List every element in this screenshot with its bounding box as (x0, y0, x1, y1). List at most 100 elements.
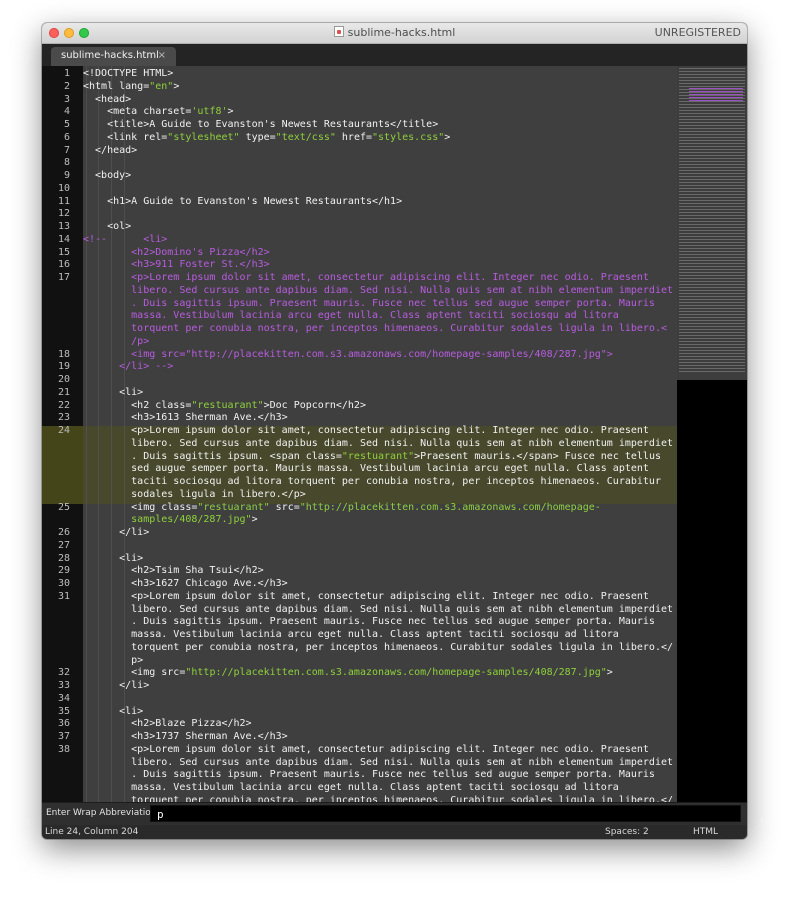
code-line[interactable]: 11 <h1>A Guide to Evanston's Newest Rest… (42, 196, 677, 209)
code-line[interactable]: 7 </head> (42, 145, 677, 158)
comment-token: /p> (83, 335, 150, 347)
code-line[interactable]: 31 <p>Lorem ipsum dolor sit amet, consec… (42, 591, 677, 604)
code-line[interactable]: libero. Sed cursus ante dapibus diam. Se… (42, 604, 677, 617)
code-token: </li> (83, 680, 150, 691)
line-number: 9 (63, 170, 70, 181)
code-line[interactable]: 37 <h3>1737 Sherman Ave.</h3> (42, 731, 677, 744)
code-line[interactable]: 32 <img src="http://placekitten.com.s3.a… (42, 667, 677, 680)
line-text: massa. Vestibulum lacinia arcu eget null… (83, 782, 677, 795)
line-text: libero. Sed cursus ante dapibus diam. Se… (83, 438, 677, 451)
code-token: <head> (83, 93, 132, 105)
code-line[interactable]: 38 <p>Lorem ipsum dolor sit amet, consec… (42, 744, 677, 757)
line-text: </li> (83, 680, 677, 693)
code-line[interactable]: 14 <!-- <li> (42, 234, 677, 247)
code-line[interactable]: 28 <li> (42, 553, 677, 566)
line-number: 16 (57, 259, 70, 271)
code-token: </head> (83, 144, 138, 156)
code-line[interactable]: 30 <h3>1627 Chicago Ave.</h3> (42, 578, 677, 591)
code-line[interactable]: torquent per conubia nostra, per incepto… (42, 795, 677, 802)
editor-window: sublime-hacks.html UNREGISTERED sublime-… (42, 23, 747, 839)
code-line[interactable]: libero. Sed cursus ante dapibus diam. Se… (42, 438, 677, 451)
code-token: <body> (83, 170, 132, 181)
indentation-setting[interactable]: Spaces: 2 (605, 827, 649, 837)
code-line[interactable]: 24 <p>Lorem ipsum dolor sit amet, consec… (42, 425, 677, 438)
line-text: libero. Sed cursus ante dapibus diam. Se… (83, 604, 677, 617)
code-line[interactable]: 1 <!DOCTYPE HTML> (42, 68, 677, 81)
line-text (83, 540, 677, 553)
code-line[interactable]: 25 <img class="restuarant" src="http://p… (42, 502, 677, 515)
line-text: <h1>A Guide to Evanston's Newest Restaur… (83, 196, 677, 209)
comment-token: <img src="http://placekitten.com.s3.amaz… (83, 348, 613, 360)
code-line[interactable]: sed augue semper porta. Mauris massa. Ve… (42, 463, 677, 476)
syntax-mode[interactable]: HTML (693, 827, 718, 837)
code-line[interactable]: 4 <meta charset='utf8'> (42, 106, 677, 119)
code-line[interactable]: 10 (42, 183, 677, 196)
code-token: > (227, 106, 234, 118)
code-text[interactable]: 1 <!DOCTYPE HTML> 2 <html lang="en"> 3 <head… (42, 68, 677, 802)
code-line[interactable]: torquent per conubia nostra, per incepto… (42, 323, 677, 336)
code-line[interactable]: 3 <head> (42, 94, 677, 107)
code-line[interactable]: 26 </li> (42, 527, 677, 540)
code-line[interactable]: . Duis sagittis ipsum. Praesent mauris. … (42, 769, 677, 782)
line-text (83, 374, 677, 387)
tab-sublime-hacks[interactable]: sublime-hacks.html × (51, 47, 176, 66)
code-line[interactable]: massa. Vestibulum lacinia arcu eget null… (42, 629, 677, 642)
code-line[interactable]: sodales ligula in libero.</p> (42, 489, 677, 502)
line-number: 24 (57, 425, 70, 436)
code-line[interactable]: 27 (42, 540, 677, 553)
code-line[interactable]: 2 <html lang="en"> (42, 81, 677, 94)
code-line[interactable]: 18 <img src="http://placekitten.com.s3.a… (42, 349, 677, 362)
line-text: <li> (83, 553, 677, 566)
code-line[interactable]: massa. Vestibulum lacinia arcu eget null… (42, 310, 677, 323)
close-tab-icon[interactable]: × (158, 50, 166, 61)
line-number: 6 (63, 131, 70, 143)
code-line[interactable]: 15 <h2>Domino's Pizza</h2> (42, 247, 677, 260)
editor-area[interactable]: 1 <!DOCTYPE HTML> 2 <html lang="en"> 3 <head… (42, 66, 747, 802)
code-line[interactable]: 29 <h2>Tsim Sha Tsui</h2> (42, 565, 677, 578)
code-line[interactable]: p> (42, 655, 677, 668)
code-line[interactable]: . Duis sagittis ipsum. Praesent mauris. … (42, 616, 677, 629)
line-number: 28 (57, 552, 70, 564)
code-line[interactable]: 5 <title>A Guide to Evanston's Newest Re… (42, 119, 677, 132)
code-line[interactable]: samples/408/287.jpg"> (42, 514, 677, 527)
comment-token: libero. Sed cursus ante dapibus diam. Se… (83, 284, 674, 296)
wrap-abbreviation-input[interactable]: p (150, 805, 741, 822)
code-line[interactable]: 36 <h2>Blaze Pizza</h2> (42, 718, 677, 731)
code-line[interactable]: 23 <h3>1613 Sherman Ave.</h3> (42, 412, 677, 425)
code-token: <p>Lorem ipsum dolor sit amet, consectet… (83, 590, 649, 602)
line-text: <p>Lorem ipsum dolor sit amet, consectet… (83, 272, 677, 285)
code-line[interactable]: taciti sociosqu ad litora torquent per c… (42, 476, 677, 489)
string-token: "restuarant" (191, 399, 264, 411)
code-line[interactable]: 20 (42, 374, 677, 387)
code-line[interactable]: 6 <link rel="stylesheet" type="text/css"… (42, 132, 677, 145)
code-line[interactable]: 21 <li> (42, 387, 677, 400)
line-text: massa. Vestibulum lacinia arcu eget null… (83, 310, 677, 323)
line-text: <p>Lorem ipsum dolor sit amet, consectet… (83, 425, 677, 438)
minimap[interactable] (677, 66, 747, 802)
line-number: 32 (57, 667, 70, 679)
code-line[interactable]: . Duis sagittis ipsum. Praesent mauris. … (42, 298, 677, 311)
code-line[interactable]: libero. Sed cursus ante dapibus diam. Se… (42, 285, 677, 298)
code-line[interactable]: 33 </li> (42, 680, 677, 693)
code-line[interactable]: 22 <h2 class="restuarant">Doc Popcorn</h… (42, 400, 677, 413)
code-line[interactable]: 35 <li> (42, 706, 677, 719)
tab-label: sublime-hacks.html (61, 50, 159, 61)
code-line[interactable]: 13 <ol> (42, 221, 677, 234)
code-line[interactable]: massa. Vestibulum lacinia arcu eget null… (42, 782, 677, 795)
code-line[interactable]: 8 (42, 157, 677, 170)
code-line[interactable]: . Duis sagittis ipsum. <span class="rest… (42, 451, 677, 464)
line-text: torquent per conubia nostra, per incepto… (83, 642, 677, 655)
code-token: . Duis sagittis ipsum. Praesent mauris. … (83, 616, 655, 628)
code-line[interactable]: 17 <p>Lorem ipsum dolor sit amet, consec… (42, 272, 677, 285)
code-line[interactable]: 16 <h3>911 Foster St.</h3> (42, 259, 677, 272)
code-line[interactable]: libero. Sed cursus ante dapibus diam. Se… (42, 757, 677, 770)
code-line[interactable]: 19 </li> --> (42, 361, 677, 374)
line-number: 33 (57, 680, 70, 691)
line-text: p> (83, 655, 677, 668)
line-number: 31 (57, 590, 70, 602)
code-line[interactable]: 34 (42, 693, 677, 706)
code-line[interactable]: 9 <body> (42, 170, 677, 183)
code-line[interactable]: 12 (42, 208, 677, 221)
code-line[interactable]: torquent per conubia nostra, per incepto… (42, 642, 677, 655)
code-line[interactable]: /p> (42, 336, 677, 349)
